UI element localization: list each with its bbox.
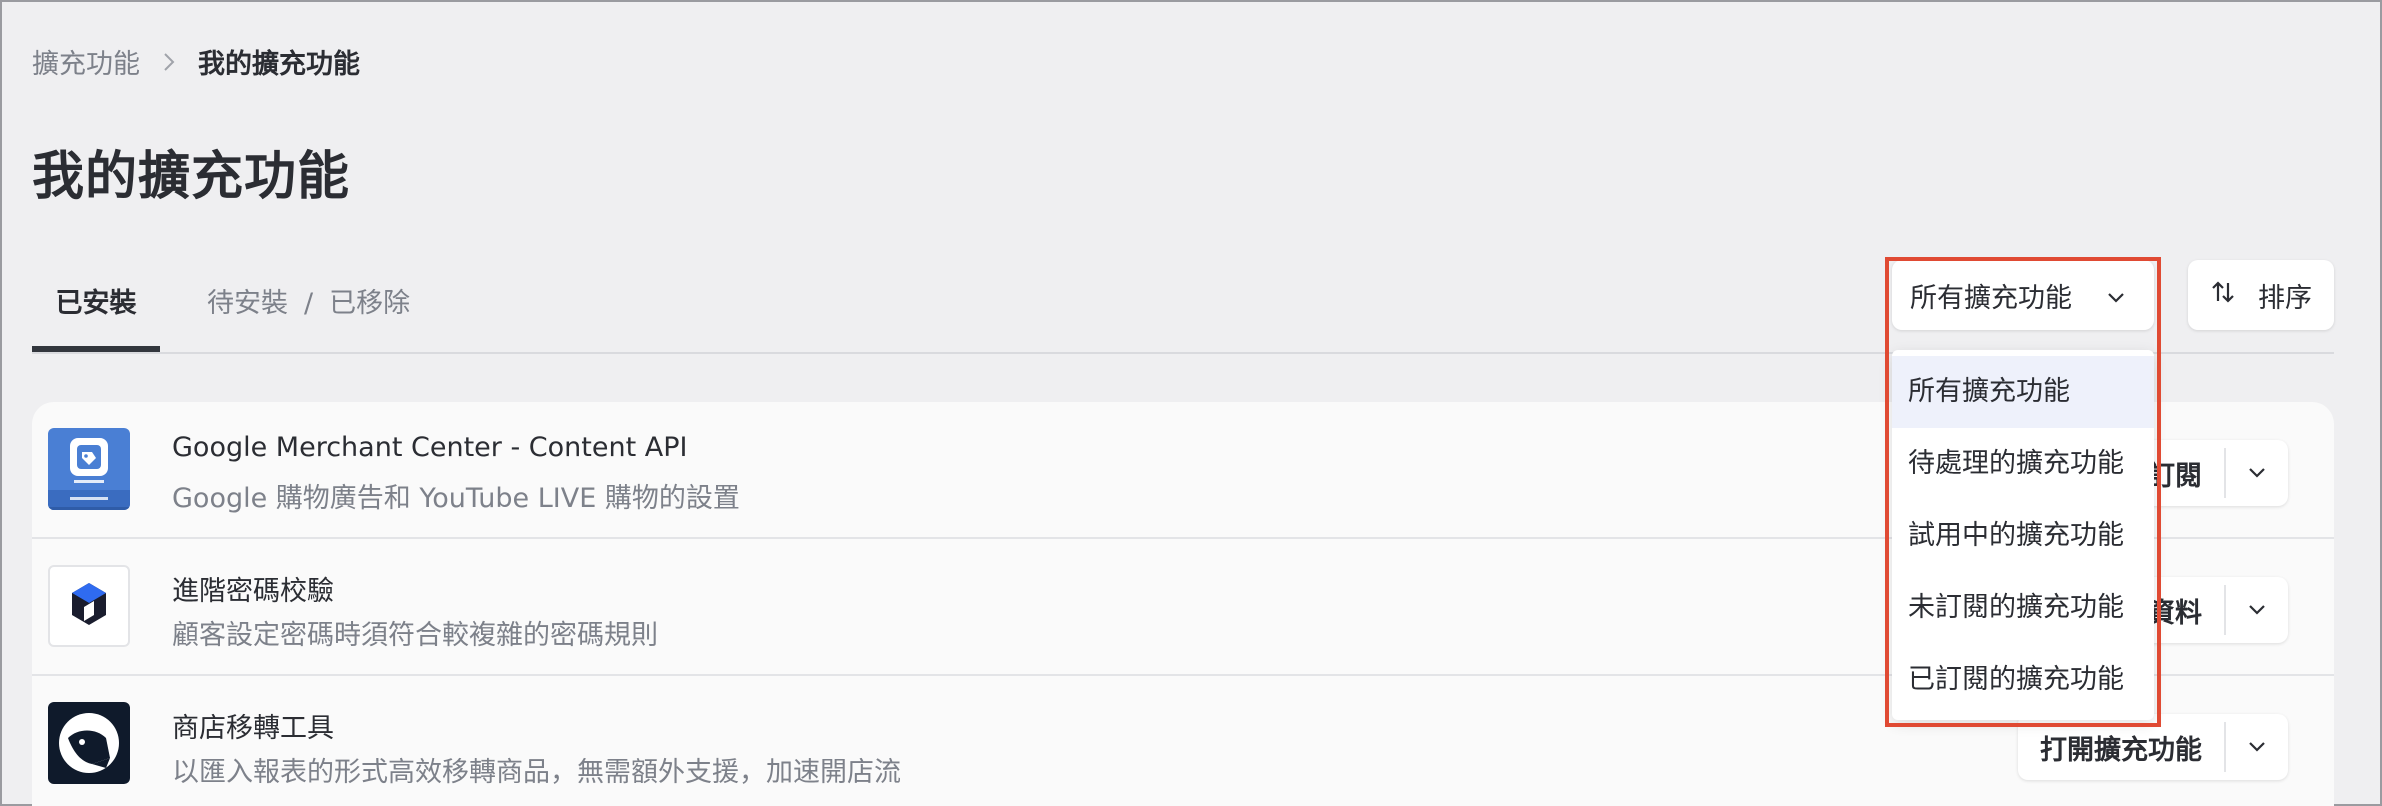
sort-label: 排序 xyxy=(2258,282,2312,314)
filter-option-pending[interactable]: 待處理的擴充功能 xyxy=(1892,428,2154,500)
sort-button[interactable]: 排序 xyxy=(2188,260,2334,330)
filter-option-all[interactable]: 所有擴充功能 xyxy=(1892,356,2154,428)
extension-name: Google Merchant Center - Content API xyxy=(172,432,688,463)
filter-option-subscribed[interactable]: 已訂閱的擴充功能 xyxy=(1892,644,2154,716)
extension-name: 商店移轉工具 xyxy=(172,713,334,744)
password-shield-logo xyxy=(48,565,130,647)
extension-description: Google 購物廣告和 YouTube LIVE 購物的設置 xyxy=(172,483,740,514)
chevron-down-icon[interactable] xyxy=(2226,577,2288,643)
extension-description: 以匯入報表的形式高效移轉商品，無需額外支援，加速開店流 xyxy=(172,757,901,788)
store-migration-logo xyxy=(48,702,130,784)
tab-pending-label: 待安裝 xyxy=(207,288,288,319)
chevron-down-icon[interactable] xyxy=(2226,714,2288,780)
page: 擴充功能 我的擴充功能 我的擴充功能 已安裝 待安裝 / 已移除 所有擴充功能 排序 xyxy=(0,0,2382,806)
tab-pending-removed[interactable]: 待安裝 / 已移除 xyxy=(207,286,410,352)
tab-removed-label: 已移除 xyxy=(329,288,411,319)
breadcrumb-current: 我的擴充功能 xyxy=(198,49,360,80)
extension-filter-select[interactable]: 所有擴充功能 xyxy=(1892,260,2154,330)
filter-selected-label: 所有擴充功能 xyxy=(1910,282,2072,314)
tab-installed[interactable]: 已安裝 xyxy=(32,286,160,352)
chevron-right-icon xyxy=(162,52,176,71)
extension-action-group: 打開擴充功能 xyxy=(2018,714,2288,780)
page-title: 我的擴充功能 xyxy=(32,147,351,207)
chevron-down-icon xyxy=(2106,284,2126,315)
filter-option-unsubscribed[interactable]: 未訂閱的擴充功能 xyxy=(1892,572,2154,644)
breadcrumb-extensions-link[interactable]: 擴充功能 xyxy=(32,42,140,81)
sort-arrows-icon xyxy=(2210,279,2236,312)
google-merchant-logo xyxy=(48,428,130,510)
tab-separator: / xyxy=(304,288,314,319)
filter-option-trial[interactable]: 試用中的擴充功能 xyxy=(1892,500,2154,572)
breadcrumb: 擴充功能 我的擴充功能 xyxy=(32,42,360,81)
chevron-down-icon[interactable] xyxy=(2226,440,2288,506)
extension-description: 顧客設定密碼時須符合較複雜的密碼規則 xyxy=(172,620,658,651)
extension-name: 進階密碼校驗 xyxy=(172,576,334,607)
open-extension-button[interactable]: 打開擴充功能 xyxy=(2018,728,2224,767)
extension-filter-dropdown: 所有擴充功能 待處理的擴充功能 試用中的擴充功能 未訂閱的擴充功能 已訂閱的擴充… xyxy=(1892,350,2154,720)
